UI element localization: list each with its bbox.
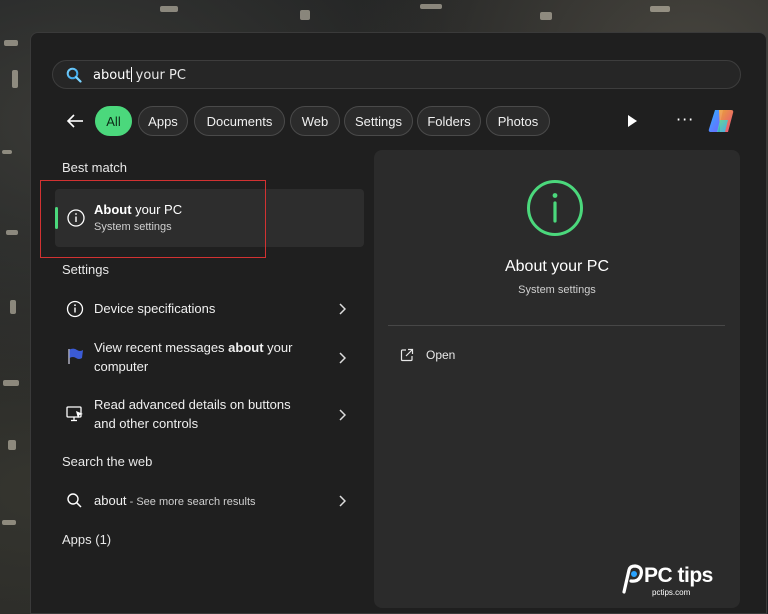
open-action[interactable]: Open bbox=[400, 346, 455, 364]
pctips-logo-icon bbox=[622, 564, 643, 594]
search-box[interactable]: about your PC bbox=[52, 60, 741, 89]
watermark-domain: pctips.com bbox=[652, 588, 691, 597]
divider bbox=[388, 325, 725, 326]
search-icon bbox=[66, 67, 82, 83]
search-query-suggestion: your PC bbox=[131, 68, 186, 83]
highlight-annotation-box bbox=[40, 180, 266, 258]
web-search-item[interactable]: about - See more search results bbox=[55, 488, 364, 514]
more-options-icon[interactable]: ··· bbox=[676, 110, 694, 129]
search-input[interactable]: about your PC bbox=[93, 67, 186, 83]
chevron-right-icon bbox=[339, 495, 346, 507]
settings-item-label: Read advanced details on buttons and othe… bbox=[94, 397, 291, 431]
settings-item-device-specifications[interactable]: Device specifications bbox=[55, 296, 364, 322]
filter-chip-apps[interactable]: Apps bbox=[138, 106, 188, 136]
chevron-right-icon bbox=[339, 303, 346, 315]
filter-bar: All Apps Documents Web Settings Folders … bbox=[58, 106, 758, 136]
chevron-right-icon bbox=[339, 409, 346, 421]
back-arrow-icon[interactable] bbox=[64, 110, 86, 132]
section-apps[interactable]: Apps (1) bbox=[62, 532, 111, 547]
filter-chip-folders[interactable]: Folders bbox=[417, 106, 481, 136]
section-settings: Settings bbox=[62, 262, 109, 277]
flag-icon bbox=[68, 348, 83, 364]
settings-item-label: View recent messages about your computer bbox=[94, 340, 293, 374]
preview-title: About your PC bbox=[504, 258, 610, 275]
info-icon bbox=[527, 180, 583, 236]
open-label: Open bbox=[426, 348, 456, 362]
info-icon bbox=[66, 300, 84, 318]
filter-chip-photos[interactable]: Photos bbox=[486, 106, 550, 136]
watermark-brand: PC tips bbox=[644, 564, 713, 587]
filter-chip-settings[interactable]: Settings bbox=[344, 106, 413, 136]
monitor-cursor-icon bbox=[66, 406, 83, 422]
section-best-match: Best match bbox=[62, 160, 128, 175]
filter-chip-all[interactable]: All bbox=[95, 106, 132, 136]
preview-pane: About your PC System settings Open bbox=[374, 150, 740, 608]
web-search-label: about - See more search results bbox=[94, 493, 256, 508]
copilot-icon[interactable] bbox=[706, 106, 736, 136]
filter-chip-web[interactable]: Web bbox=[290, 106, 340, 136]
more-filters-arrow-icon[interactable] bbox=[626, 114, 638, 128]
settings-item-label: Device specifications bbox=[94, 301, 216, 316]
open-external-icon bbox=[400, 348, 414, 362]
chevron-right-icon bbox=[339, 352, 346, 364]
preview-subtitle: System settings bbox=[518, 284, 596, 296]
search-query-typed: about bbox=[93, 68, 131, 83]
settings-item-view-recent-messages[interactable]: View recent messages about your computer bbox=[55, 338, 364, 378]
filter-chip-documents[interactable]: Documents bbox=[194, 106, 285, 136]
section-search-the-web: Search the web bbox=[62, 454, 153, 469]
pctips-watermark: PC tips pctips.com bbox=[618, 562, 738, 602]
settings-item-read-advanced-details[interactable]: Read advanced details on buttons and othe… bbox=[55, 395, 364, 435]
search-icon bbox=[67, 493, 82, 508]
